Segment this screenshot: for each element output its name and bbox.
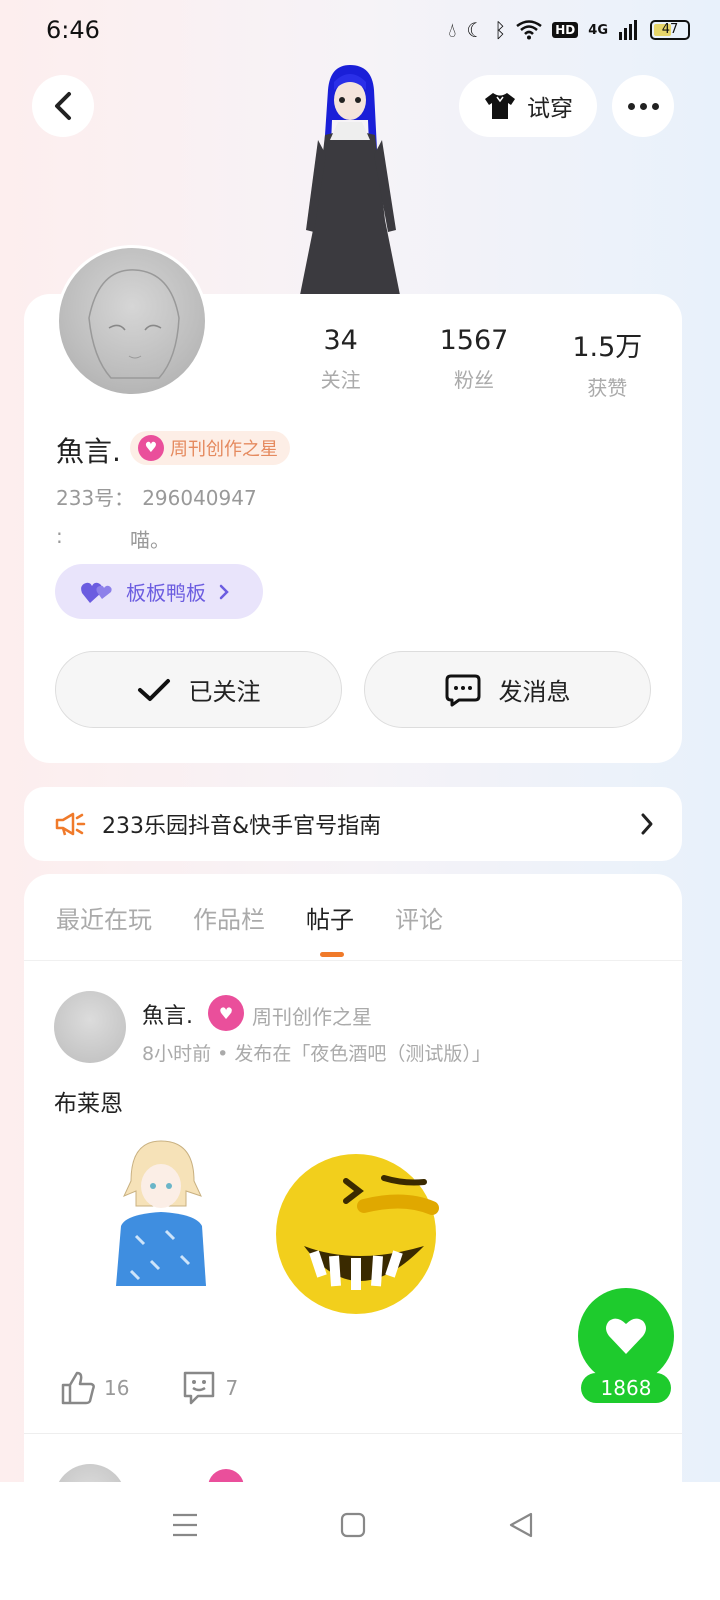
status-time: 6:46 [46,16,100,44]
post-actions: 16 7 [60,1370,238,1406]
announcement-bar[interactable]: 233乐园抖音&快手官号指南 [24,787,682,861]
avatar-sketch-image [88,269,180,379]
hd-icon: HD [552,22,579,38]
avatar-3d-figure[interactable] [280,60,420,295]
stat-value: 1567 [439,325,509,356]
creator-badge[interactable]: ♥ 周刊创作之星 [130,431,290,465]
post-divider [24,1433,682,1434]
battery-level: 47 [661,22,679,37]
try-on-label: 试穿 [527,96,573,122]
try-on-button[interactable]: 试穿 [459,75,597,137]
signature-text: 喵。 [130,528,170,552]
like-count: 16 [104,1376,130,1400]
badge-label: 周刊创作之星 [170,439,278,460]
star-badge-icon: ♥ [208,995,244,1031]
uid-row: 233号： 296040947 [56,482,257,511]
stat-value: 34 [323,325,358,356]
back-button[interactable] [32,75,94,137]
followed-label: 已关注 [188,678,261,706]
stat-following[interactable]: 34 关注 [274,325,407,401]
stat-label: 粉丝 [453,368,494,392]
post-author-avatar[interactable] [54,991,126,1063]
chevron-right-icon [641,813,653,835]
comment-action[interactable]: 7 [181,1370,238,1406]
signature-row: : 喵。 [56,524,170,552]
group-chip-label: 板板鸭板 [126,581,206,605]
wifi-icon [516,20,543,40]
user-avatar[interactable] [56,245,208,397]
send-message-label: 发消息 [498,678,571,706]
post-meta[interactable]: 8小时前 • 发布在「夜色酒吧（测试版）」 [142,1039,491,1066]
tab-divider [24,960,682,961]
username: 魚言. [56,435,121,468]
status-icons: 💧︎ ☾ ᛒ HD 4G 47 [448,18,690,42]
floating-like-count: 1868 [581,1373,671,1403]
uid-label: 233号： [56,486,135,510]
chevron-left-icon [55,92,71,120]
like-action[interactable]: 16 [60,1370,129,1406]
battery-icon: 47 [650,20,690,40]
comment-count: 7 [225,1376,239,1400]
tab-posts[interactable]: 帖子 [306,900,354,957]
home-nav-icon[interactable] [340,1512,366,1538]
tab-works[interactable]: 作品栏 [193,900,265,935]
tab-recently-played[interactable]: 最近在玩 [56,900,152,935]
content-tabs: 最近在玩 作品栏 帖子 评论 [56,900,443,957]
thumbs-up-icon [61,1371,95,1405]
tab-comments[interactable]: 评论 [395,900,443,935]
floating-like-button[interactable] [578,1288,674,1384]
profile-stats: 34 关注 1567 粉丝 1.5万 获赞 [274,325,674,401]
post-image-character[interactable] [106,1136,216,1291]
stat-label: 获赞 [587,376,628,400]
signal-icon [619,20,637,40]
stat-value: 1.5万 [572,332,643,363]
group-chip[interactable]: 板板鸭板 [55,564,263,619]
post-author-badge: 周刊创作之星 [252,1005,372,1029]
post-image-laughing-emoji[interactable] [264,1136,449,1331]
network-label: 4G [588,22,608,38]
hearts-icon [81,582,112,603]
stat-likes[interactable]: 1.5万 获赞 [541,325,674,401]
tshirt-icon [485,93,515,119]
active-tab-indicator [320,952,344,957]
send-message-button[interactable]: 发消息 [364,651,651,728]
followed-button[interactable]: 已关注 [55,651,342,728]
post-author-name[interactable]: 魚言. [142,998,193,1030]
stat-label: 关注 [320,368,361,392]
system-nav-bar [0,1482,720,1600]
drop-icon: 💧︎ [448,18,457,42]
status-bar: 6:46 💧︎ ☾ ᛒ HD 4G 47 [0,0,720,60]
signature-label: : [56,524,63,548]
moon-icon: ☾ [466,18,485,42]
post-text: 布莱恩 [54,1091,123,1117]
content-feed: 最近在玩 作品栏 帖子 评论 魚言. ♥ 周刊创作之星 8小时前 • 发布在「夜… [24,874,682,1536]
bluetooth-icon: ᛒ [494,18,507,42]
more-dot [651,102,659,110]
heart-icon [606,1318,646,1354]
back-nav-icon[interactable] [508,1512,534,1538]
chevron-right-icon [219,584,229,599]
menu-nav-icon[interactable] [172,1512,198,1538]
check-icon [137,678,170,701]
star-badge-icon: ♥ [138,435,164,461]
announcement-text: 233乐园抖音&快手官号指南 [102,814,382,839]
more-button[interactable] [612,75,674,137]
uid-value[interactable]: 296040947 [142,486,257,510]
more-dot [627,102,635,110]
megaphone-icon [55,812,86,836]
chat-bubble-icon [445,674,480,706]
comment-icon [184,1371,215,1405]
tab-posts-label: 帖子 [306,906,354,934]
more-dot [639,102,647,110]
stat-fans[interactable]: 1567 粉丝 [407,325,540,401]
